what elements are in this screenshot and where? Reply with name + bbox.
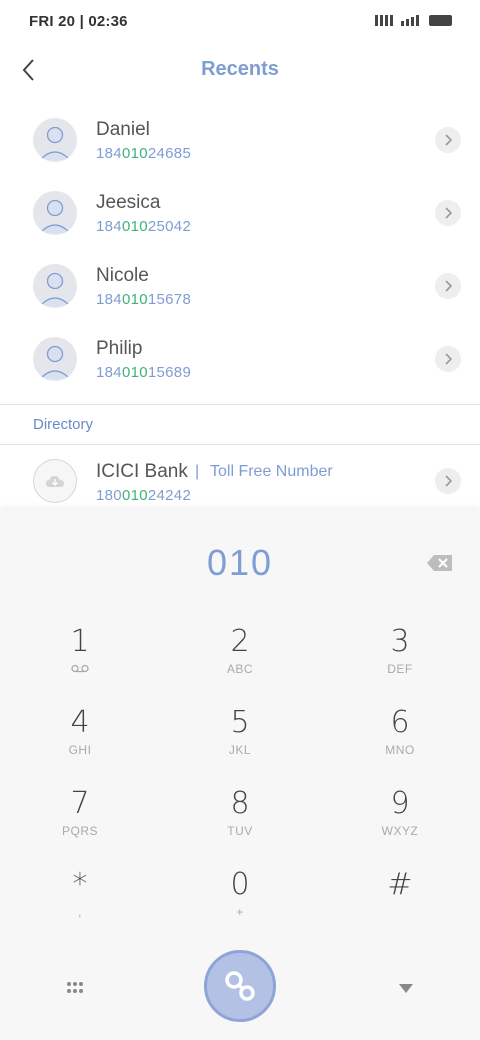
dialpad: 010 1 2 ABC 3 DEF 4 GHI 5 JKL 6 MNO 7 PQ… <box>0 510 480 1040</box>
divider <box>0 444 480 445</box>
status-bar: FRI 20 | 02:36 <box>0 0 480 44</box>
recent-contact-row[interactable]: Jeesica 18401025042 <box>0 183 480 256</box>
avatar <box>33 118 77 162</box>
cloud-icon <box>46 476 64 487</box>
grid-button[interactable] <box>64 980 86 996</box>
avatar <box>33 337 77 381</box>
status-icons <box>375 15 452 26</box>
chevron-right-icon <box>445 475 452 487</box>
contact-details-button[interactable] <box>435 346 461 372</box>
header: Recents <box>0 44 480 96</box>
chevron-right-icon <box>445 134 452 146</box>
directory-section-label: Directory <box>33 416 94 433</box>
dial-key-9[interactable]: 9 WXYZ <box>340 787 460 857</box>
divider <box>0 404 480 405</box>
person-icon <box>39 126 71 161</box>
directory-separator: | <box>195 463 200 480</box>
triangle-down-icon <box>399 984 413 993</box>
contact-name: Jeesica <box>96 192 161 213</box>
dial-key-6[interactable]: 6 MNO <box>340 706 460 776</box>
call-button[interactable] <box>204 950 276 1022</box>
status-time: FRI 20 | 02:36 <box>29 13 128 30</box>
dial-key-star[interactable]: * , <box>20 868 140 938</box>
dial-key-5[interactable]: 5 JKL <box>180 706 300 776</box>
person-icon <box>39 345 71 380</box>
dial-key-7[interactable]: 7 PQRS <box>20 787 140 857</box>
directory-row[interactable]: ICICI Bank | Toll Free Number 1800102424… <box>0 446 480 512</box>
contact-name: Nicole <box>96 265 149 286</box>
chevron-right-icon <box>445 280 452 292</box>
number-match: 010 <box>121 487 148 504</box>
person-icon <box>39 272 71 307</box>
dial-key-4[interactable]: 4 GHI <box>20 706 140 776</box>
dial-key-1[interactable]: 1 <box>20 625 140 695</box>
backspace-icon <box>427 555 452 571</box>
contact-number: 18401025042 <box>96 218 192 235</box>
contact-number: 18401024685 <box>96 145 192 162</box>
contact-name: Daniel <box>96 119 150 140</box>
dialpad-bottom-bar <box>0 950 480 1030</box>
voicemail-icon <box>71 664 89 673</box>
recent-contact-row[interactable]: Nicole 18401015678 <box>0 256 480 329</box>
directory-avatar <box>33 459 77 503</box>
contact-details-button[interactable] <box>435 273 461 299</box>
chevron-right-icon <box>445 207 452 219</box>
recent-contact-row[interactable]: Daniel 18401024685 <box>0 110 480 183</box>
dial-key-0[interactable]: 0 + <box>180 868 300 938</box>
dial-key-hash[interactable]: # <box>340 868 460 938</box>
signal-icon <box>375 15 393 26</box>
contact-number: 18401015689 <box>96 364 192 381</box>
battery-icon <box>429 15 452 26</box>
recent-contact-row[interactable]: Philip 18401015689 <box>0 329 480 402</box>
call-icon <box>225 971 255 1001</box>
avatar <box>33 264 77 308</box>
number-match: 010 <box>121 364 148 381</box>
avatar <box>33 191 77 235</box>
collapse-dialpad-button[interactable] <box>396 980 416 996</box>
signal-strength-icon <box>401 15 419 26</box>
number-match: 010 <box>121 218 148 235</box>
directory-details-button[interactable] <box>435 468 461 494</box>
chevron-right-icon <box>445 353 452 365</box>
contact-details-button[interactable] <box>435 200 461 226</box>
dial-key-8[interactable]: 8 TUV <box>180 787 300 857</box>
dial-key-2[interactable]: 2 ABC <box>180 625 300 695</box>
directory-number: 18001024242 <box>96 487 192 504</box>
page-title: Recents <box>201 58 279 80</box>
contact-name: Philip <box>96 338 143 359</box>
contact-details-button[interactable] <box>435 127 461 153</box>
directory-tag: Toll Free Number <box>210 463 333 480</box>
number-match: 010 <box>121 291 148 308</box>
dial-key-3[interactable]: 3 DEF <box>340 625 460 695</box>
dial-input[interactable]: 010 <box>0 542 480 584</box>
person-icon <box>39 199 71 234</box>
directory-name: ICICI Bank <box>96 461 188 482</box>
grid-icon <box>67 982 83 993</box>
backspace-button[interactable] <box>426 553 454 573</box>
contact-number: 18401015678 <box>96 291 192 308</box>
number-match: 010 <box>121 145 148 162</box>
